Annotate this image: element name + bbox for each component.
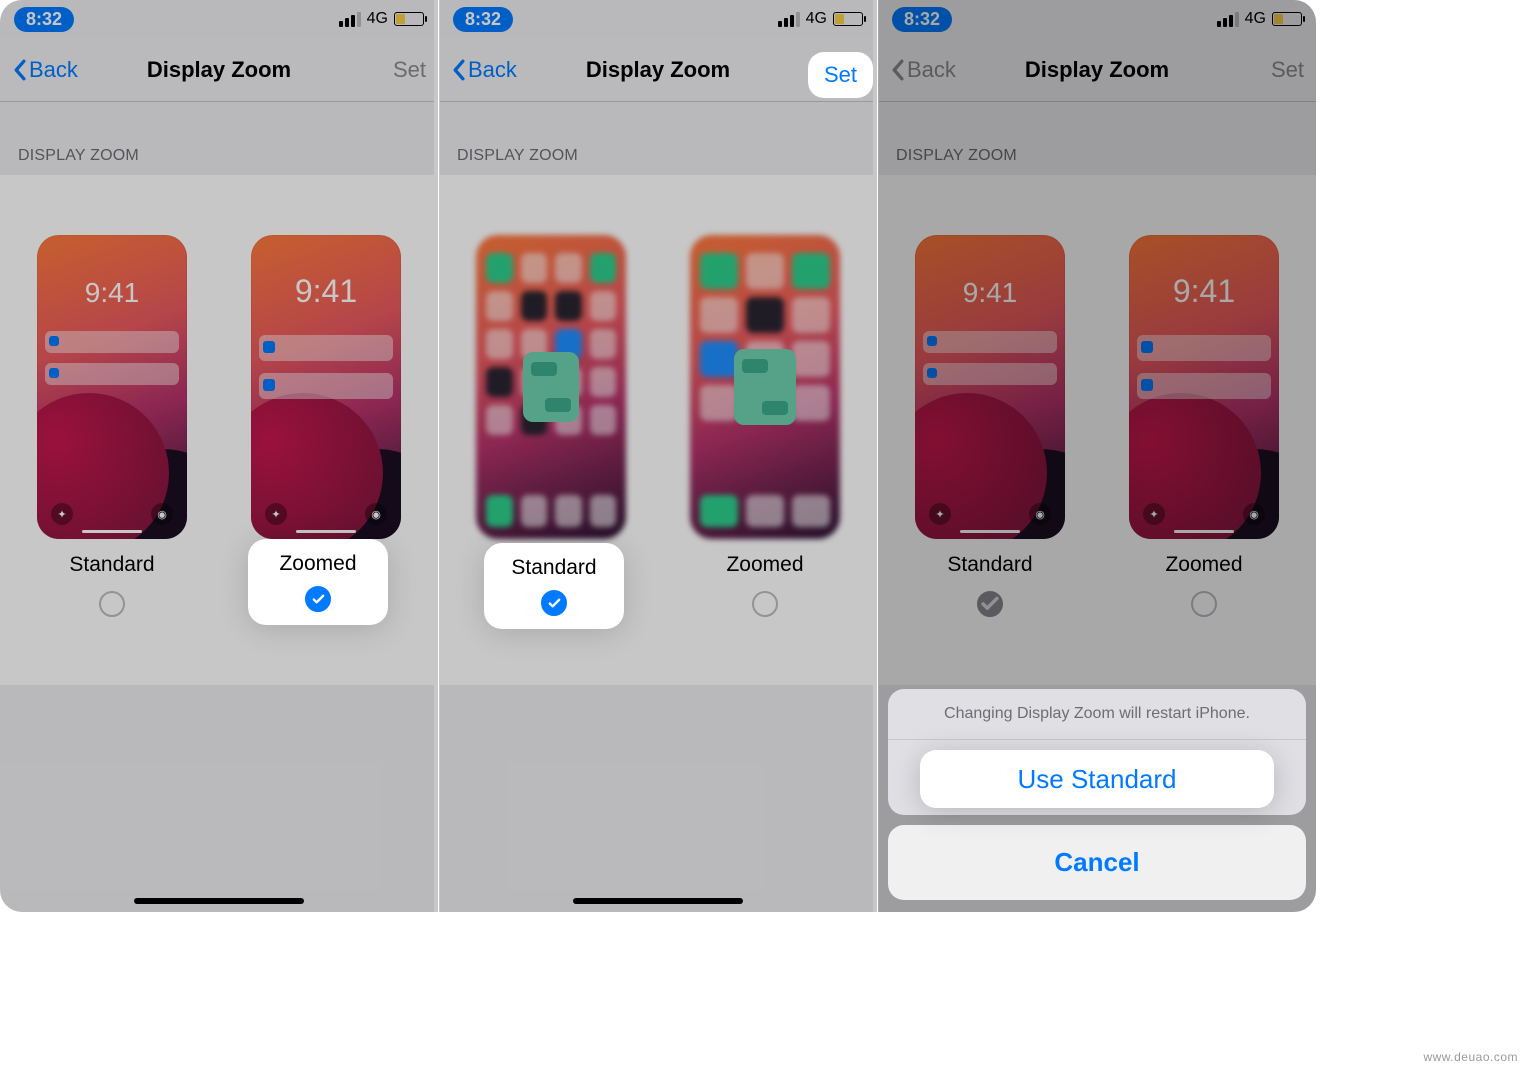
camera-icon: ◉: [151, 503, 173, 525]
battery-icon: [1272, 12, 1302, 26]
highlight-use-standard[interactable]: Use Standard: [920, 750, 1274, 808]
status-time-pill: 8:32: [14, 7, 74, 32]
camera-icon: ◉: [1243, 503, 1265, 525]
chevron-left-icon: [451, 59, 466, 81]
network-label: 4G: [1245, 10, 1266, 28]
option-label-zoomed: Zoomed: [1165, 553, 1242, 577]
option-label-standard: Standard: [69, 553, 154, 577]
radio-zoomed[interactable]: [752, 591, 778, 617]
option-label-standard: Standard: [947, 553, 1032, 577]
status-bar: 8:32 4G: [439, 0, 877, 38]
preview-zoomed: 9:41 ✦ ◉: [251, 235, 401, 539]
radio-standard[interactable]: [99, 591, 125, 617]
status-bar: 8:32 4G: [0, 0, 438, 38]
status-time-pill: 8:32: [892, 7, 952, 32]
action-sheet-message: Changing Display Zoom will restart iPhon…: [888, 689, 1306, 740]
messages-icon: [734, 349, 796, 425]
battery-icon: [833, 12, 863, 26]
radio-zoomed-highlight[interactable]: [305, 586, 331, 612]
radio-standard-highlight[interactable]: [541, 590, 567, 616]
flashlight-icon: ✦: [51, 503, 73, 525]
signal-icon: [339, 12, 361, 27]
home-indicator: [573, 898, 743, 904]
signal-icon: [1217, 12, 1239, 27]
screenshot-1: 8:32 4G Back Display Zoom Set DISPLAY ZO…: [0, 0, 438, 912]
back-button[interactable]: Back: [451, 57, 517, 83]
radio-zoomed: [1191, 591, 1217, 617]
option-label-zoomed: Zoomed: [726, 553, 803, 577]
home-indicator: [134, 898, 304, 904]
back-label: Back: [29, 57, 78, 83]
signal-icon: [778, 12, 800, 27]
watermark: www.deuao.com: [1423, 1050, 1518, 1064]
network-label: 4G: [806, 10, 827, 28]
back-button: Back: [890, 57, 956, 83]
section-header: DISPLAY ZOOM: [439, 102, 877, 175]
messages-icon: [523, 352, 579, 422]
chevron-left-icon: [12, 59, 27, 81]
cancel-button[interactable]: Cancel: [888, 825, 1306, 900]
highlight-set-button[interactable]: Set: [814, 58, 867, 92]
radio-standard: [977, 591, 1003, 617]
set-button[interactable]: Set: [393, 57, 426, 83]
highlight-standard-selection: Standard: [484, 543, 624, 629]
section-header: DISPLAY ZOOM: [0, 102, 438, 175]
preview-standard: 9:41 ✦ ◉: [915, 235, 1065, 539]
network-label: 4G: [367, 10, 388, 28]
zoom-options: 9:41 ✦ ◉ Standard 9:41 ✦ ◉ Zoomed: [878, 175, 1316, 685]
preview-zoomed: 9:41 ✦ ◉: [1129, 235, 1279, 539]
set-button: Set: [1271, 57, 1304, 83]
option-standard: 9:41 ✦ ◉ Standard: [898, 235, 1082, 617]
option-standard[interactable]: 9:41 ✦ ◉ Standard: [20, 235, 204, 617]
option-zoomed[interactable]: Zoomed: [673, 235, 857, 617]
screenshot-3: 8:32 4G Back Display Zoom Set DISPLAY ZO…: [878, 0, 1316, 912]
camera-icon: ◉: [1029, 503, 1051, 525]
back-label: Back: [468, 57, 517, 83]
status-time-pill: 8:32: [453, 7, 513, 32]
highlight-zoomed-selection: Zoomed: [248, 539, 388, 625]
flashlight-icon: ✦: [265, 503, 287, 525]
option-zoomed: 9:41 ✦ ◉ Zoomed: [1112, 235, 1296, 617]
nav-bar: Back Display Zoom Set: [878, 38, 1316, 102]
flashlight-icon: ✦: [929, 503, 951, 525]
status-bar: 8:32 4G: [878, 0, 1316, 38]
section-header: DISPLAY ZOOM: [878, 102, 1316, 175]
battery-icon: [394, 12, 424, 26]
back-label: Back: [907, 57, 956, 83]
flashlight-icon: ✦: [1143, 503, 1165, 525]
chevron-left-icon: [890, 59, 905, 81]
back-button[interactable]: Back: [12, 57, 78, 83]
preview-standard: 9:41 ✦ ◉: [37, 235, 187, 539]
camera-icon: ◉: [365, 503, 387, 525]
nav-bar: Back Display Zoom Set: [0, 38, 438, 102]
nav-bar: Back Display Zoom Set: [439, 38, 877, 102]
screenshot-2: 8:32 4G Back Display Zoom Set Set DISPLA…: [439, 0, 877, 912]
